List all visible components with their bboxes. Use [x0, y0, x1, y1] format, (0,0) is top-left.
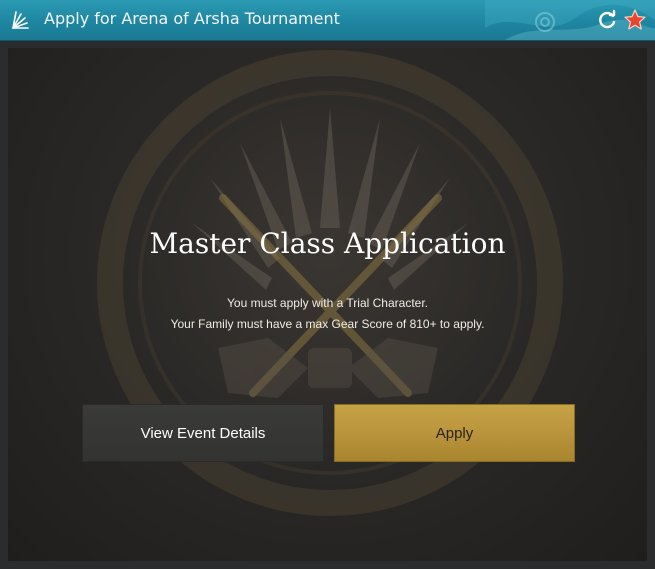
window-title: Apply for Arena of Arsha Tournament — [44, 9, 340, 28]
menu-fan-icon — [12, 11, 29, 29]
page-title: Master Class Application — [149, 227, 506, 260]
apply-label: Apply — [435, 424, 474, 442]
content-panel: Master Class Application You must apply … — [8, 48, 647, 561]
favorite-star-icon[interactable] — [623, 8, 647, 32]
title-bar: Apply for Arena of Arsha Tournament — [0, 0, 655, 41]
application-window: Apply for Arena of Arsha Tournament Mast… — [0, 0, 655, 569]
apply-button[interactable]: Apply — [334, 404, 575, 462]
refresh-icon[interactable] — [596, 9, 618, 31]
view-event-details-label: View Event Details — [140, 424, 266, 442]
requirement-text-2: Your Family must have a max Gear Score o… — [170, 317, 485, 331]
requirement-text-1: You must apply with a Trial Character. — [227, 296, 428, 310]
view-event-details-button[interactable]: View Event Details — [82, 404, 324, 462]
